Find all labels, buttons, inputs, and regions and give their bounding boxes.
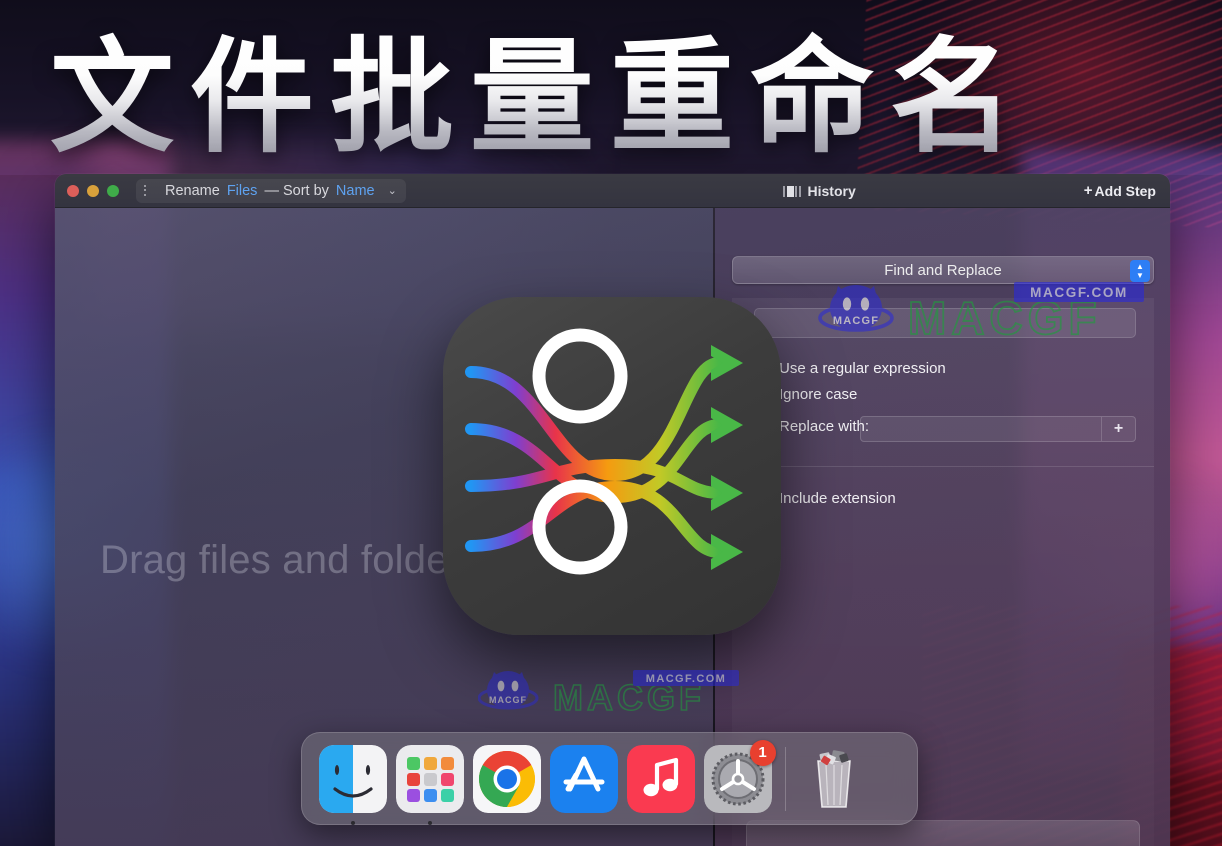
macos-dock: 1	[301, 732, 918, 825]
window-title-prefix: Rename	[165, 182, 220, 199]
svg-text:MACGF: MACGF	[833, 315, 879, 327]
svg-text:MACGF: MACGF	[489, 695, 527, 705]
window-titlebar: Rename Files — Sort by Name ⌄ History + …	[55, 174, 1170, 208]
status-badge: 1	[749, 739, 776, 766]
minimize-button[interactable]	[87, 184, 99, 197]
list-icon	[144, 184, 158, 196]
svg-text:MACGF.COM: MACGF.COM	[1030, 285, 1128, 300]
insert-token-plus-button[interactable]: +	[1101, 417, 1135, 441]
add-step-label: Add Step	[1094, 182, 1156, 199]
running-indicator-finder	[350, 820, 355, 825]
app-store-icon	[549, 744, 618, 813]
history-label: History	[807, 182, 856, 199]
stepper-up-glyph: ▲	[1136, 261, 1144, 271]
replace-with-label: Replace with:	[779, 418, 870, 435]
chevron-down-icon[interactable]: ⌄	[388, 184, 397, 197]
history-icon	[783, 185, 801, 197]
step-type-value: Find and Replace	[884, 261, 1002, 279]
watermark-large: MACGF MACGF MACGF.COM	[818, 282, 1163, 345]
option-label-include-extension: Include extension	[779, 490, 896, 507]
window-title-files: Files	[226, 182, 258, 199]
app-icon-artwork	[465, 328, 743, 575]
dock-item-music[interactable]	[626, 744, 696, 814]
option-row-ignore-case[interactable]: Ignore case	[756, 386, 1154, 403]
window-title-popup[interactable]: Rename Files — Sort by Name ⌄	[136, 178, 406, 203]
option-label-regex: Use a regular expression	[779, 360, 946, 377]
trash-icon	[800, 745, 868, 813]
close-button[interactable]	[67, 184, 79, 197]
watermark-artwork-large: MACGF MACGF MACGF.COM	[818, 282, 1144, 345]
replace-with-input[interactable]: +	[860, 416, 1136, 442]
app-icon-circle-top	[532, 328, 628, 424]
step-type-select-wrapper: Find and Replace ▲ ▼	[732, 256, 1154, 284]
window-title-sort-key: Name	[335, 182, 375, 199]
step-type-select[interactable]: Find and Replace ▲ ▼	[732, 256, 1154, 284]
page-title: 文件批量重命名	[50, 28, 1170, 168]
watermark-artwork: MACGF MACGF MACGF.COM	[477, 670, 739, 719]
zoom-button[interactable]	[107, 184, 119, 197]
dock-item-app-store[interactable]	[549, 744, 619, 814]
dock-separator	[785, 746, 786, 811]
card-divider	[732, 466, 1154, 467]
plus-icon: +	[1083, 182, 1093, 199]
titlebar-right-group: + Add Step	[1084, 174, 1170, 207]
dock-item-finder[interactable]	[318, 744, 388, 825]
running-indicator-launchpad	[427, 820, 432, 825]
window-title-separator: — Sort by	[264, 182, 329, 199]
arrow-heads	[711, 345, 743, 570]
history-button[interactable]: History	[783, 183, 856, 199]
dock-item-google-chrome[interactable]	[472, 744, 542, 814]
traffic-light-group	[67, 184, 119, 197]
option-label-ignore-case: Ignore case	[779, 386, 858, 403]
watermark-badge-text: MACGF.COM	[646, 673, 726, 685]
rename-files-app-icon	[443, 297, 781, 635]
watermark-small: MACGF MACGF MACGF.COM	[477, 668, 743, 720]
dock-item-launchpad[interactable]	[395, 744, 465, 825]
finder-icon	[318, 744, 387, 813]
option-row-include-extension[interactable]: Include extension	[756, 490, 1154, 507]
option-row-regex[interactable]: Use a regular expression	[756, 360, 1154, 377]
chevron-up-down-icon[interactable]: ▲ ▼	[1130, 260, 1150, 282]
launchpad-icon	[395, 744, 464, 813]
dock-item-system-preferences[interactable]: 1	[703, 739, 776, 814]
dock-item-trash[interactable]	[799, 744, 869, 814]
stepper-down-glyph: ▼	[1136, 270, 1144, 280]
add-step-button[interactable]: + Add Step	[1084, 183, 1156, 199]
music-icon	[626, 744, 695, 813]
google-chrome-icon	[472, 744, 541, 813]
